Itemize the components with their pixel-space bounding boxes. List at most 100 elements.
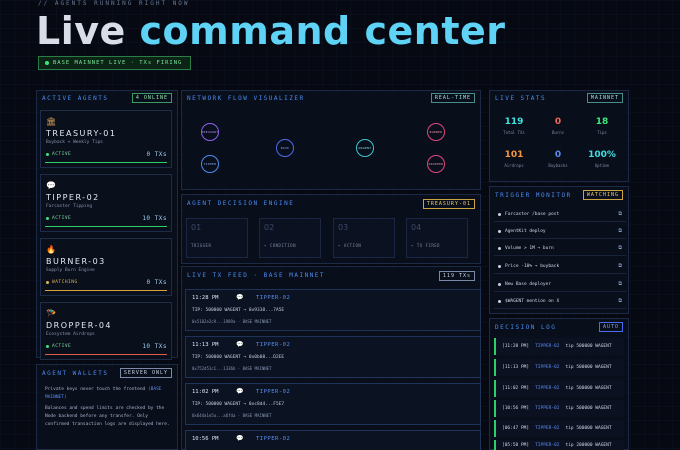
wallet-note-2: Balances and spend limits are checked by… — [45, 406, 170, 427]
log-entry: [11:28 PM] TIPPER-02 tip 500000 WAGENT — [494, 338, 624, 355]
page-title: Live command center — [36, 9, 506, 53]
network-flow-title: NETWORK FLOW VISUALIZER — [187, 94, 305, 102]
tx-feed-item[interactable]: 10:56 PM 💬 TIPPER-02 — [185, 430, 481, 450]
external-link-icon[interactable]: ⧉ — [618, 245, 622, 251]
agent-name: DROPPER-04 — [46, 321, 113, 330]
agent-activity-bar — [45, 161, 167, 163]
tx-hash[interactable]: 0x5102e2c9...1989a · BASE MAINNET — [192, 319, 271, 324]
bullet-icon — [498, 282, 501, 286]
status-dot-icon — [46, 217, 49, 220]
agent-card-treasury[interactable]: 🏛 TREASURY-01 Buyback + Weekly Tips ACTI… — [40, 110, 172, 168]
tx-feed-item[interactable]: 11:02 PM 💬 TIPPER-02 TIP: 500000 WAGENT … — [185, 383, 481, 425]
node-base[interactable]: BASE — [276, 139, 294, 157]
log-time: [11:02 PM] — [502, 386, 530, 391]
agent-tx-count: 0 TXs — [146, 279, 167, 286]
node-wagent[interactable]: WAGENT — [356, 139, 374, 157]
decision-step-condition: 02 → CONDITION — [259, 218, 321, 258]
external-link-icon[interactable]: ⧉ — [618, 263, 622, 269]
node-dropper[interactable]: DROPPER — [427, 155, 445, 173]
agent-description: Buyback + Weekly Tips — [46, 140, 103, 145]
log-message: tip 500000 WAGENT — [565, 426, 612, 431]
trigger-item[interactable]: AgentKit deploy ⧉ — [494, 224, 626, 239]
tx-hash[interactable]: 0x644a1e5a...a6fda · BASE MAINNET — [192, 413, 271, 418]
log-message: tip 500000 WAGENT — [565, 386, 612, 391]
agent-name: TREASURY-01 — [46, 129, 117, 138]
agent-tx-count: 10 TXs — [142, 343, 167, 350]
log-message: tip 500000 WAGENT — [565, 344, 612, 349]
agent-name: TIPPER-02 — [46, 193, 100, 202]
watching-badge: WATCHING — [582, 190, 623, 200]
step-number: 02 — [264, 223, 275, 232]
trigger-item[interactable]: $WAGENT mention on X ⧉ — [494, 294, 626, 309]
external-link-icon[interactable]: ⧉ — [618, 211, 622, 217]
network-status-label: BASE MAINNET LIVE · TXs FIRING — [53, 60, 183, 66]
fire-icon: 🔥 — [46, 245, 56, 254]
stat-label: Tips — [597, 130, 607, 135]
step-number: 01 — [191, 223, 202, 232]
agent-status-label: WATCHING — [52, 280, 78, 285]
tx-message: TIP: 500000 WAGENT → 0x0b08...D2EE — [192, 355, 285, 360]
node-burner[interactable]: BURNER — [427, 123, 445, 141]
active-agents-title: ACTIVE AGENTS — [42, 94, 109, 102]
server-only-badge: SERVER ONLY — [119, 368, 172, 378]
trigger-item[interactable]: New Base deployer ⧉ — [494, 277, 626, 292]
network-status-pill: BASE MAINNET LIVE · TXs FIRING — [38, 56, 192, 70]
node-tipper[interactable]: TIPPER — [201, 155, 219, 173]
decision-engine-title: AGENT DECISION ENGINE — [187, 200, 295, 207]
log-time: [05:58 PM] — [502, 442, 530, 448]
tx-agent: TIPPER-02 — [256, 436, 291, 442]
agent-status: ACTIVE — [46, 216, 71, 221]
agent-status-label: ACTIVE — [52, 344, 72, 349]
decision-log-title: DECISION LOG — [495, 323, 557, 331]
log-entry: [11:13 PM] TIPPER-02 tip 500000 WAGENT — [494, 359, 624, 376]
status-dot-icon — [46, 153, 49, 156]
log-entry: [06:47 PM] TIPPER-02 tip 500000 WAGENT — [494, 420, 624, 437]
chat-icon: 💬 — [236, 388, 244, 395]
stat-label: Burns — [551, 130, 565, 135]
agent-card-burner[interactable]: 🔥 BURNER-03 Supply Burn Engine WATCHING … — [40, 238, 172, 296]
treasury-icon: 🏛 — [46, 117, 57, 126]
external-link-icon[interactable]: ⧉ — [618, 228, 622, 234]
tx-hash[interactable]: 0x752d51c1...1336b · BASE MAINNET — [192, 366, 271, 371]
trigger-item[interactable]: Price -10% → buyback ⧉ — [494, 259, 626, 274]
agent-card-dropper[interactable]: 🪂 DROPPER-04 Ecosystem Airdrops ACTIVE 1… — [40, 302, 172, 360]
log-message: tip 500000 WAGENT — [565, 365, 612, 370]
external-link-icon[interactable]: ⧉ — [618, 281, 622, 287]
tx-feed-title: LIVE TX FEED · BASE MAINNET — [187, 272, 326, 279]
external-link-icon[interactable]: ⧉ — [618, 298, 622, 304]
chat-icon: 💬 — [46, 181, 56, 190]
trigger-item[interactable]: Farcaster /base post ⧉ — [494, 207, 626, 222]
agent-name: BURNER-03 — [46, 257, 106, 266]
treasury-badge: TREASURY-01 — [422, 198, 475, 209]
log-agent: TIPPER-02 — [535, 344, 560, 349]
stat-airdrops: 101 Airdrops — [492, 150, 536, 168]
stat-value: 101 — [504, 150, 524, 160]
stat-total-txs: 119 Total TXs — [492, 117, 536, 135]
stat-label: Total TXs — [503, 130, 525, 135]
agent-description: Ecosystem Airdrops — [46, 332, 95, 337]
agent-status: ACTIVE — [46, 344, 71, 349]
step-label: TRIGGER — [191, 243, 212, 248]
agent-activity-bar — [45, 289, 167, 291]
step-label: → ACTION — [338, 243, 362, 248]
tx-count-badge: 119 TXs — [438, 270, 475, 281]
bullet-icon — [498, 246, 501, 250]
step-number: 04 — [411, 223, 422, 232]
agent-card-tipper[interactable]: 💬 TIPPER-02 Farcaster Tipping ACTIVE 10 … — [40, 174, 172, 232]
tx-feed-item[interactable]: 11:13 PM 💬 TIPPER-02 TIP: 500000 WAGENT … — [185, 336, 481, 378]
trigger-label: New Base deployer — [505, 281, 552, 287]
log-entry: [10:56 PM] TIPPER-02 tip 500000 WAGENT — [494, 400, 624, 417]
network-flow-panel: NETWORK FLOW VISUALIZER REAL-TIME TREASU… — [181, 90, 481, 190]
node-treasury[interactable]: TREASURY — [201, 123, 219, 141]
tx-feed-item[interactable]: 11:28 PM 💬 TIPPER-02 TIP: 500000 WAGENT … — [185, 289, 481, 331]
log-time: [11:13 PM] — [502, 365, 530, 370]
trigger-item[interactable]: Volume > 1M → burn ⧉ — [494, 241, 626, 256]
stat-value: 119 — [504, 117, 524, 127]
log-agent: TIPPER-02 — [535, 406, 560, 411]
bullet-icon — [498, 229, 501, 233]
decision-step-tx-fired: 04 → TX FIRED — [406, 218, 468, 258]
stat-value: 18 — [595, 117, 609, 127]
log-time: [10:56 PM] — [502, 406, 530, 411]
trigger-label: Price -10% → buyback — [505, 263, 560, 269]
status-dot-icon — [46, 345, 49, 348]
